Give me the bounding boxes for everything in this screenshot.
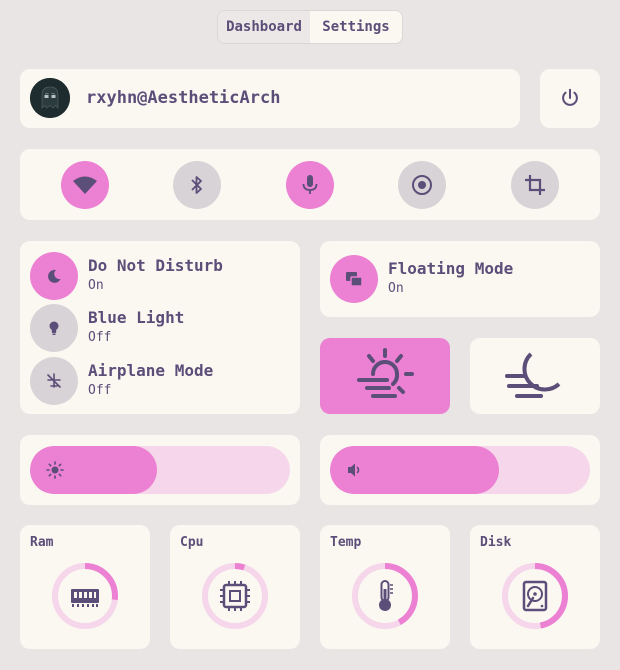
temp-stat-card: Temp bbox=[320, 525, 450, 649]
memory-icon bbox=[71, 589, 99, 607]
setting-state: Off bbox=[88, 383, 112, 398]
crop-icon bbox=[525, 175, 545, 195]
tab-dashboard[interactable]: Dashboard bbox=[218, 11, 310, 43]
screenshot-toggle[interactable] bbox=[511, 161, 559, 209]
blue-light-toggle[interactable]: Blue Light Off bbox=[30, 304, 290, 352]
temp-label: Temp bbox=[330, 535, 362, 550]
floating-mode-state: On bbox=[388, 281, 404, 296]
ram-label: Ram bbox=[30, 535, 54, 550]
quick-toggles bbox=[20, 149, 600, 220]
floating-windows-icon bbox=[330, 255, 378, 303]
setting-title: Do Not Disturb bbox=[88, 256, 223, 275]
bluetooth-icon bbox=[191, 176, 202, 194]
power-icon bbox=[562, 88, 578, 106]
harddisk-icon bbox=[522, 580, 548, 612]
control-center: Dashboard Settings rxyhn@AestheticArch D… bbox=[0, 0, 620, 670]
moon-icon bbox=[30, 252, 78, 300]
floating-mode-title: Floating Mode bbox=[388, 259, 514, 278]
cpu-icon bbox=[220, 581, 250, 611]
ram-stat-card: Ram bbox=[20, 525, 150, 649]
moon-haze-icon bbox=[505, 352, 561, 398]
cpu-stat-card: Cpu bbox=[170, 525, 300, 649]
settings-list: Do Not Disturb On Blue Light Off Airplan… bbox=[20, 241, 300, 414]
temp-usage-ring bbox=[352, 563, 418, 629]
do-not-disturb-toggle[interactable]: Do Not Disturb On bbox=[30, 252, 290, 300]
brightness-icon bbox=[46, 461, 64, 479]
setting-title: Airplane Mode bbox=[88, 361, 214, 380]
sun-haze-icon bbox=[357, 348, 414, 398]
volume-icon bbox=[348, 463, 360, 477]
cpu-usage-ring bbox=[202, 563, 268, 629]
volume-slider[interactable] bbox=[330, 446, 590, 494]
screen-record-toggle[interactable] bbox=[398, 161, 446, 209]
setting-state: Off bbox=[88, 330, 112, 345]
microphone-toggle[interactable] bbox=[286, 161, 334, 209]
floating-mode-toggle[interactable]: Floating Mode On bbox=[320, 241, 600, 317]
dark-theme-button[interactable] bbox=[470, 338, 600, 414]
power-button[interactable] bbox=[540, 69, 600, 128]
cpu-label: Cpu bbox=[180, 535, 204, 550]
ghost-avatar-icon bbox=[30, 78, 70, 118]
volume-slider-card bbox=[320, 435, 600, 505]
setting-state: On bbox=[88, 278, 104, 293]
ram-usage-ring bbox=[52, 563, 118, 629]
setting-title: Blue Light bbox=[88, 308, 185, 327]
brightness-slider[interactable] bbox=[30, 446, 290, 494]
brightness-slider-card bbox=[20, 435, 300, 505]
record-icon bbox=[412, 175, 432, 195]
airplane-mode-toggle[interactable]: Airplane Mode Off bbox=[30, 357, 290, 405]
light-theme-button[interactable] bbox=[320, 338, 450, 414]
user-card: rxyhn@AestheticArch bbox=[20, 69, 520, 128]
username: rxyhn@AestheticArch bbox=[86, 88, 281, 108]
tab-settings[interactable]: Settings bbox=[310, 11, 402, 43]
tab-bar: Dashboard Settings bbox=[217, 10, 403, 44]
disk-usage-ring bbox=[502, 563, 568, 629]
disk-label: Disk bbox=[480, 535, 512, 550]
microphone-icon bbox=[302, 175, 318, 194]
wifi-icon bbox=[73, 176, 97, 194]
bluetooth-toggle[interactable] bbox=[173, 161, 221, 209]
disk-stat-card: Disk bbox=[470, 525, 600, 649]
airplane-off-icon bbox=[30, 357, 78, 405]
lightbulb-icon bbox=[30, 304, 78, 352]
thermometer-icon bbox=[379, 580, 393, 611]
wifi-toggle[interactable] bbox=[61, 161, 109, 209]
